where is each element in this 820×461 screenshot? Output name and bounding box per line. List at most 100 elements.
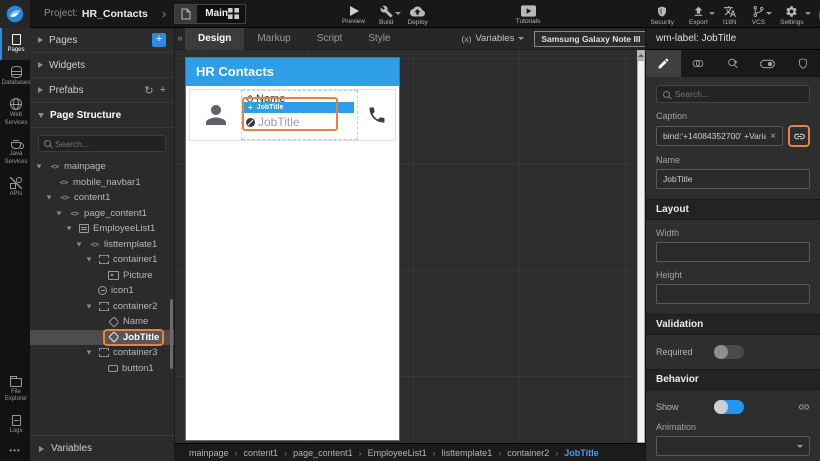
scrollbar-thumb[interactable] xyxy=(637,60,645,443)
device-selector[interactable]: Samsung Galaxy Note III xyxy=(534,30,662,47)
bind-property-button[interactable] xyxy=(788,125,810,147)
caption-input[interactable]: bind:'+14084352700' +Variables.HrdbE × xyxy=(656,126,783,146)
wavemaker-logo[interactable] xyxy=(0,0,30,28)
layout-section-header[interactable]: Layout xyxy=(646,199,820,220)
structure-search-box[interactable] xyxy=(38,135,166,152)
tree-node[interactable]: mainpage xyxy=(30,159,174,175)
rail-item[interactable]: Web Services xyxy=(0,92,30,132)
tree-node[interactable]: Picture xyxy=(30,268,174,284)
tree-node[interactable]: listtemplate1 xyxy=(30,237,174,253)
rail-item[interactable]: Databases xyxy=(0,60,30,93)
vcs-button[interactable]: VCS xyxy=(752,2,773,26)
tree-expand-arrow[interactable] xyxy=(46,195,52,200)
rail-item[interactable]: APIs xyxy=(0,171,30,204)
rail-item[interactable]: Logs xyxy=(0,409,30,441)
refresh-icon[interactable]: ↻ xyxy=(144,84,153,97)
tree-expand-arrow[interactable] xyxy=(36,164,42,169)
properties-search-box[interactable] xyxy=(656,85,810,103)
i18n-button[interactable]: I18N xyxy=(723,2,737,26)
tree-expand-arrow[interactable] xyxy=(66,226,72,231)
canvas-tab[interactable]: Design xyxy=(185,27,245,50)
properties-search-input[interactable] xyxy=(675,89,803,99)
canvas-tab[interactable]: Style xyxy=(355,28,403,50)
animation-select[interactable] xyxy=(656,436,810,456)
breadcrumb-item[interactable]: container2 xyxy=(507,448,564,458)
tutorials-button[interactable]: Tutorials xyxy=(516,2,540,25)
section-pages[interactable]: Pages + xyxy=(30,28,174,53)
build-button[interactable]: Build xyxy=(379,2,401,26)
design-canvas[interactable]: HR Contacts Name + JobTitle JobTitle xyxy=(175,50,645,443)
canvas-tab[interactable]: Script xyxy=(304,28,356,50)
variables-dropdown[interactable]: (x) Variables xyxy=(462,33,525,44)
grid-icon[interactable] xyxy=(227,8,239,19)
tree-node[interactable]: container1 xyxy=(30,252,174,268)
tree-expand-arrow[interactable] xyxy=(76,242,82,247)
call-button-cell[interactable] xyxy=(357,90,395,140)
tree-node[interactable]: JobTitle xyxy=(30,329,174,345)
breadcrumb-item[interactable]: listtemplate1 xyxy=(442,448,508,458)
tree-expand-arrow[interactable] xyxy=(86,304,92,309)
tree-node[interactable]: mobile_navbar1 xyxy=(30,175,174,191)
tree-expand-arrow[interactable] xyxy=(47,180,51,185)
phone-preview[interactable]: HR Contacts Name + JobTitle JobTitle xyxy=(185,57,400,441)
tree-expand-arrow[interactable] xyxy=(97,319,101,324)
canvas-tab[interactable]: Markup xyxy=(244,28,303,50)
breadcrumb-item[interactable]: JobTitle xyxy=(564,448,598,458)
tree-node[interactable]: page_content1 xyxy=(30,206,174,222)
tab-styles[interactable] xyxy=(681,50,716,77)
tab-events[interactable] xyxy=(716,50,751,77)
clear-binding-icon[interactable]: × xyxy=(770,131,776,142)
tree-node[interactable]: container3 xyxy=(30,345,174,361)
breadcrumb-item[interactable]: mainpage xyxy=(189,448,244,458)
rail-item[interactable]: Java Services xyxy=(0,132,30,171)
section-prefabs[interactable]: Prefabs ↻ + xyxy=(30,78,174,103)
add-prefab-button[interactable]: + xyxy=(160,84,166,96)
tree-node[interactable]: content1 xyxy=(30,190,174,206)
tree-expand-arrow[interactable] xyxy=(97,273,101,278)
rail-item[interactable]: File Explorer xyxy=(0,370,30,409)
jobtitle-label-widget[interactable]: JobTitle xyxy=(246,115,300,129)
picture-cell[interactable] xyxy=(190,90,242,140)
required-toggle[interactable] xyxy=(714,345,744,359)
section-widgets[interactable]: Widgets xyxy=(30,53,174,78)
name-input[interactable]: JobTitle xyxy=(656,169,810,189)
rail-item[interactable]: Pages xyxy=(0,28,30,60)
security-button[interactable]: Security xyxy=(650,2,674,26)
validation-section-header[interactable]: Validation xyxy=(646,314,820,335)
deploy-button[interactable]: Deploy xyxy=(408,2,428,26)
tree-node[interactable]: button1 xyxy=(30,361,174,377)
breadcrumb-item[interactable]: content1 xyxy=(244,448,294,458)
width-input[interactable] xyxy=(656,242,810,262)
tree-expand-arrow[interactable] xyxy=(86,350,92,355)
preview-button[interactable]: Preview xyxy=(342,2,365,25)
section-page-structure[interactable]: Page Structure xyxy=(30,103,174,128)
widget-drag-handle[interactable]: + JobTitle xyxy=(244,102,354,113)
breadcrumb-item[interactable]: page_content1 xyxy=(293,448,368,458)
employee-list-item[interactable]: Name + JobTitle JobTitle xyxy=(189,89,396,141)
tree-scrollbar[interactable] xyxy=(170,299,173,369)
section-variables[interactable]: Variables xyxy=(30,435,174,461)
tree-node[interactable]: container2 xyxy=(30,299,174,315)
tree-node[interactable]: Name xyxy=(30,314,174,330)
breadcrumb-item[interactable]: EmployeeList1 xyxy=(368,448,442,458)
tree-expand-arrow[interactable] xyxy=(87,288,91,293)
structure-search-input[interactable] xyxy=(55,138,160,149)
mobile-navbar[interactable]: HR Contacts xyxy=(186,58,399,86)
add-page-button[interactable]: + xyxy=(152,33,166,47)
tree-expand-arrow[interactable] xyxy=(97,366,101,371)
text-container-cell[interactable]: Name + JobTitle JobTitle xyxy=(242,90,357,140)
rail-more-button[interactable]: ••• xyxy=(0,440,30,461)
tree-expand-arrow[interactable] xyxy=(97,335,101,340)
bind-show-button[interactable] xyxy=(798,401,810,413)
show-toggle[interactable] xyxy=(714,400,744,414)
tab-security[interactable] xyxy=(785,50,820,77)
export-button[interactable]: Export xyxy=(689,2,715,26)
tree-node[interactable]: icon1 xyxy=(30,283,174,299)
tab-device[interactable] xyxy=(750,50,785,77)
behavior-section-header[interactable]: Behavior xyxy=(646,369,820,390)
tree-node[interactable]: EmployeeList1 xyxy=(30,221,174,237)
scrollbar-up-arrow[interactable] xyxy=(637,50,645,60)
tree-expand-arrow[interactable] xyxy=(86,257,92,262)
height-input[interactable] xyxy=(656,284,810,304)
tab-properties[interactable] xyxy=(646,50,681,77)
